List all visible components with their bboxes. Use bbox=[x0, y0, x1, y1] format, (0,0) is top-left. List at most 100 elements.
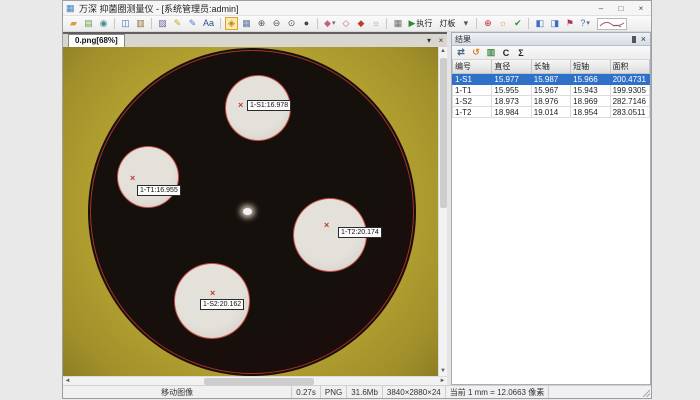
chart-icon[interactable]: ▥ bbox=[485, 47, 497, 59]
save-icon[interactable]: ◫ bbox=[119, 17, 132, 30]
tile-icon[interactable]: ◨ bbox=[548, 17, 561, 30]
gallery-icon[interactable]: ▤ bbox=[82, 17, 95, 30]
tab-list-dropdown-icon[interactable]: ▾ bbox=[423, 36, 435, 45]
brand-logo bbox=[597, 18, 627, 30]
dropdown-arrow-icon[interactable]: ▾ bbox=[586, 17, 590, 30]
table-cell[interactable]: 15.955 bbox=[492, 85, 531, 96]
column-header-面积[interactable]: 面积 bbox=[610, 60, 649, 74]
table-row-1-T1[interactable]: 1-T115.95515.96715.943199.9305 bbox=[453, 85, 650, 96]
measurement-label-1-T1[interactable]: 1-T1:16.955 bbox=[137, 185, 181, 196]
table-cell[interactable]: 1-S2 bbox=[453, 96, 492, 107]
table-cell[interactable]: 18.969 bbox=[571, 96, 610, 107]
main-area: 0.png[68%] ▾ × bbox=[63, 32, 651, 385]
sigma-button[interactable]: Σ bbox=[515, 47, 527, 59]
confirm-icon[interactable]: ✔ bbox=[511, 17, 524, 30]
add-target-icon[interactable]: ⊕ bbox=[481, 17, 494, 30]
zoom-out-icon[interactable]: ⊖ bbox=[270, 17, 283, 30]
table-cell[interactable]: 15.943 bbox=[571, 85, 610, 96]
overflow-dropdown[interactable]: ▾ bbox=[459, 17, 472, 30]
hand-tool-icon[interactable]: ◈ bbox=[225, 17, 238, 30]
help-button[interactable]: ?▾ bbox=[578, 17, 592, 30]
text-tool-icon[interactable]: Aa bbox=[201, 17, 216, 30]
horizontal-scroll-track[interactable] bbox=[72, 377, 438, 386]
grid-icon[interactable]: ▦ bbox=[391, 17, 404, 30]
table-cell[interactable]: 1-T1 bbox=[453, 85, 492, 96]
tab-close-icon[interactable]: × bbox=[435, 36, 447, 45]
lightboard-button[interactable]: 灯板 bbox=[436, 17, 457, 30]
image-canvas[interactable]: × × × × 1-S1:16.978 1-T1:16.955 1-T2:20.… bbox=[63, 47, 438, 376]
maximize-button[interactable]: □ bbox=[611, 1, 631, 15]
run-button[interactable]: ▶执行 bbox=[406, 17, 434, 30]
results-header-row: 编号直径长轴短轴面积 bbox=[453, 60, 650, 74]
table-cell[interactable]: 199.9305 bbox=[610, 85, 649, 96]
preview-icon[interactable]: ● bbox=[300, 17, 313, 30]
table-cell[interactable]: 18.954 bbox=[571, 107, 610, 118]
tools-icon[interactable]: ☼ bbox=[369, 17, 382, 30]
pen-icon[interactable]: ✎ bbox=[186, 17, 199, 30]
table-cell[interactable]: 15.987 bbox=[531, 74, 570, 85]
zoom-in-icon[interactable]: ⊕ bbox=[255, 17, 268, 30]
resize-grip[interactable] bbox=[641, 386, 651, 398]
minimize-button[interactable]: – bbox=[591, 1, 611, 15]
tab-image[interactable]: 0.png[68%] bbox=[68, 34, 125, 47]
center-mark-1-S2: × bbox=[210, 289, 215, 298]
c-button[interactable]: C bbox=[500, 47, 512, 59]
table-cell[interactable]: 19.014 bbox=[531, 107, 570, 118]
results-table-body: 1-S115.97715.98715.966200.47311-T115.955… bbox=[453, 74, 650, 118]
table-cell[interactable]: 282.7146 bbox=[610, 96, 649, 107]
table-cell[interactable]: 283.0511 bbox=[610, 107, 649, 118]
camera-icon[interactable]: ◉ bbox=[97, 17, 110, 30]
cascade-icon[interactable]: ◧ bbox=[533, 17, 546, 30]
report-icon[interactable]: ▥ bbox=[134, 17, 147, 30]
status-mode: 移动图像 bbox=[63, 386, 292, 398]
pencil-icon[interactable]: ✎ bbox=[171, 17, 184, 30]
close-button[interactable]: × bbox=[631, 1, 651, 15]
table-cell[interactable]: 15.966 bbox=[571, 74, 610, 85]
picture-icon[interactable]: ▨ bbox=[156, 17, 169, 30]
zone-1-T1[interactable] bbox=[117, 146, 179, 208]
vertical-scrollbar[interactable]: ▲ ▼ bbox=[438, 47, 447, 376]
column-header-编号[interactable]: 编号 bbox=[453, 60, 492, 74]
table-cell[interactable]: 18.984 bbox=[492, 107, 531, 118]
table-cell[interactable]: 1-T2 bbox=[453, 107, 492, 118]
measure-icon[interactable]: ◆▾ bbox=[322, 17, 337, 30]
table-cell[interactable]: 15.967 bbox=[531, 85, 570, 96]
tab-strip: 0.png[68%] ▾ × bbox=[63, 32, 447, 47]
column-header-短轴[interactable]: 短轴 bbox=[571, 60, 610, 74]
table-row-1-S2[interactable]: 1-S218.97318.97618.969282.7146 bbox=[453, 96, 650, 107]
flag-icon[interactable]: ⚑ bbox=[563, 17, 576, 30]
measurement-label-1-S2[interactable]: 1-S2:20.162 bbox=[200, 299, 244, 310]
export-icon[interactable]: ⇄ bbox=[455, 47, 467, 59]
desktop: ▦ 万深 抑菌圈测量仪 - [系统管理员:admin] – □ × ▰▤◉◫▥▨… bbox=[0, 0, 700, 400]
lamp-icon[interactable]: ☼ bbox=[496, 17, 509, 30]
results-toolbar: ⇄↺▥CΣ bbox=[452, 46, 650, 60]
toolbar-separator bbox=[476, 18, 477, 29]
clear-icon[interactable]: ◆ bbox=[354, 17, 367, 30]
select-tool-icon[interactable]: ▦ bbox=[240, 17, 253, 30]
vertical-scroll-thumb[interactable] bbox=[440, 58, 447, 208]
table-cell[interactable]: 1-S1 bbox=[453, 74, 492, 85]
horizontal-scroll-thumb[interactable] bbox=[204, 378, 314, 385]
table-row-1-S1[interactable]: 1-S115.97715.98715.966200.4731 bbox=[453, 74, 650, 85]
table-cell[interactable]: 200.4731 bbox=[610, 74, 649, 85]
zoom-fit-icon[interactable]: ⊙ bbox=[285, 17, 298, 30]
brand-signature-icon bbox=[598, 19, 626, 29]
table-row-1-T2[interactable]: 1-T218.98419.01418.954283.0511 bbox=[453, 107, 650, 118]
status-dimensions: 3840×2880×24 bbox=[383, 386, 446, 398]
dropdown-arrow-icon[interactable]: ▾ bbox=[332, 17, 336, 30]
open-icon[interactable]: ▰ bbox=[67, 17, 80, 30]
horizontal-scrollbar[interactable]: ◄ ► bbox=[63, 376, 447, 385]
panel-close-icon[interactable]: × bbox=[641, 34, 646, 44]
measurement-label-1-T2[interactable]: 1-T2:20.174 bbox=[338, 227, 382, 238]
table-cell[interactable]: 18.976 bbox=[531, 96, 570, 107]
column-header-长轴[interactable]: 长轴 bbox=[531, 60, 570, 74]
status-filesize: 31.6Mb bbox=[347, 386, 383, 398]
pin-icon[interactable] bbox=[632, 36, 636, 43]
column-header-直径[interactable]: 直径 bbox=[492, 60, 531, 74]
table-cell[interactable]: 15.977 bbox=[492, 74, 531, 85]
erase-measure-icon[interactable]: ◇ bbox=[339, 17, 352, 30]
app-icon: ▦ bbox=[66, 3, 76, 13]
measurement-label-1-S1[interactable]: 1-S1:16.978 bbox=[247, 100, 291, 111]
table-cell[interactable]: 18.973 bbox=[492, 96, 531, 107]
undo-icon[interactable]: ↺ bbox=[470, 47, 482, 59]
